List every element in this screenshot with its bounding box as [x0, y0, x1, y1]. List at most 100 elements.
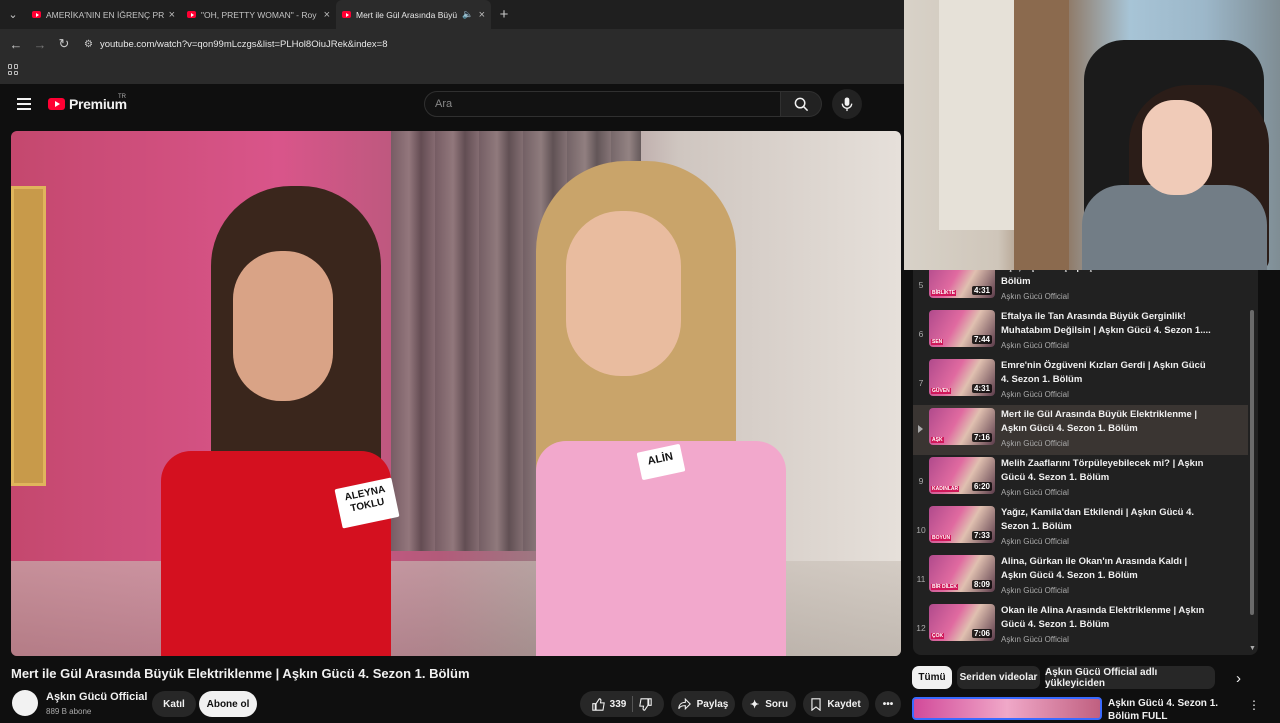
save-button[interactable]: Kaydet	[803, 691, 869, 717]
playlist-item-title: Okan ile Alina Arasında Elektriklenme | …	[1001, 605, 1205, 630]
share-arrow-icon	[677, 698, 691, 710]
playlist-item-channel: Aşkın Gücü Official	[1001, 635, 1069, 644]
thumbnail-caption: BİR DİLEK	[931, 584, 958, 590]
playlist-item[interactable]: 11 BİR DİLEK 8:09 Alina, Gürkan ile Okan'…	[913, 555, 1248, 604]
playlist-item[interactable]: 6 SEN 7:44 Eftalya ile Tan Arasında Büyük…	[913, 310, 1248, 359]
youtube-premium-logo[interactable]: Premium	[48, 96, 127, 112]
video-duration: 7:16	[971, 433, 992, 442]
subscribe-button[interactable]: Abone ol	[199, 691, 257, 717]
region-code: TR	[118, 94, 126, 100]
playlist-thumbnail: BOYUN 7:33	[929, 506, 995, 543]
tab-title: Mert ile Gül Arasında Büyü…	[356, 9, 458, 20]
playlist-scrollbar-thumb[interactable]	[1250, 310, 1254, 615]
playlist-index: 11	[916, 574, 926, 584]
recommended-video-title[interactable]: Aşkın Gücü 4. Sezon 1. Bölüm FULL	[1108, 697, 1238, 723]
video-duration: 4:31	[971, 286, 992, 295]
browser-tab-3-active[interactable]: Mert ile Gül Arasında Büyü… 🔈 ×	[336, 0, 491, 29]
playlist-item-title: Eftalya ile Tan Arasında Büyük Gerginlik…	[1001, 311, 1211, 336]
chevron-right-icon[interactable]: ›	[1236, 670, 1241, 687]
playlist-item-channel: Aşkın Gücü Official	[1001, 439, 1069, 448]
playlist-item-channel: Aşkın Gücü Official	[1001, 390, 1069, 399]
playlist-thumbnail: ÇOK 7:06	[929, 604, 995, 641]
search-input[interactable]	[425, 92, 780, 116]
like-dislike-group: 339	[580, 691, 664, 717]
share-button[interactable]: Paylaş	[671, 691, 735, 717]
playlist-item-title: Melih Zaaflarını Törpüleyebilecek mi? | …	[1001, 458, 1204, 483]
ask-button[interactable]: ✦ Soru	[742, 691, 796, 717]
menu-hamburger-icon[interactable]	[17, 98, 31, 113]
playlist-item[interactable]: 7 GÜVEN 4:31 Emre'nin Özgüveni Kızları Ge…	[913, 359, 1248, 408]
thumbnail-caption: ÇOK	[931, 633, 945, 639]
webcam-overlay	[904, 0, 1280, 270]
playlist-thumbnail: BİR DİLEK 8:09	[929, 555, 995, 592]
youtube-play-logo-icon	[48, 98, 65, 110]
more-vertical-icon[interactable]: ⋮	[1248, 698, 1260, 712]
back-arrow-icon[interactable]: ←	[4, 37, 28, 52]
playlist-panel: 5 BİRLİKTE 4:31 Aşk, Aşk ve Aşk | Aşkın G…	[913, 270, 1258, 655]
playlist-item[interactable]: 12 ÇOK 7:06 Okan ile Alina Arasında Elekt…	[913, 604, 1248, 653]
join-label: Katıl	[163, 698, 185, 710]
new-tab-plus-icon[interactable]: +	[491, 6, 517, 23]
video-duration: 7:33	[971, 531, 992, 540]
thumbnail-caption: BOYUN	[931, 535, 952, 541]
browser-tab-bar: ⌄ AMERİKA'NIN EN İĞRENÇ PRO… × "OH, PRET…	[0, 0, 905, 29]
webcam-person-shirt	[1082, 185, 1267, 270]
chip-label: Seriden videolar	[959, 672, 1038, 683]
playlist-item-current[interactable]: AŞK 7:16 Mert ile Gül Arasında Büyük Elek…	[913, 405, 1248, 455]
forward-arrow-icon[interactable]: →	[28, 37, 52, 52]
close-tab-icon[interactable]: ×	[324, 9, 330, 21]
playlist-index: 7	[918, 378, 924, 388]
close-tab-icon[interactable]: ×	[169, 9, 175, 21]
subscribe-label: Abone ol	[206, 698, 250, 710]
playlist-item-title: Alina, Gürkan ile Okan'ın Arasında Kaldı…	[1001, 556, 1188, 581]
search-button[interactable]	[781, 91, 822, 117]
site-info-icon[interactable]: ⚙	[84, 39, 93, 50]
channel-name[interactable]: Aşkın Gücü Official	[46, 691, 147, 703]
playlist-index: 10	[916, 525, 926, 535]
chip-series-videos[interactable]: Seriden videolar	[957, 666, 1040, 689]
reload-icon[interactable]: ↻	[52, 36, 76, 52]
recommended-video-thumbnail[interactable]	[912, 697, 1102, 720]
url-omnibox[interactable]: ⚙ youtube.com/watch?v=qon99mLczgs&list=P…	[84, 32, 905, 56]
browser-tab-1[interactable]: AMERİKA'NIN EN İĞRENÇ PRO… ×	[26, 0, 181, 29]
playlist-item-channel: Aşkın Gücü Official	[1001, 292, 1069, 301]
tab-title: AMERİKA'NIN EN İĞRENÇ PRO…	[46, 9, 164, 20]
playlist-item-title: Yağız, Kamila'dan Etkilendi | Aşkın Gücü…	[1001, 507, 1195, 532]
share-label: Paylaş	[696, 698, 729, 710]
thumbs-up-icon	[591, 697, 605, 711]
person-left-face	[233, 251, 333, 401]
video-player[interactable]: ALEYNA TOKLU ALİN	[11, 131, 901, 656]
playlist-item[interactable]: 9 KADINLAR 6:20 Melih Zaaflarını Törpüley…	[913, 457, 1248, 506]
playlist-item[interactable]: 10 BOYUN 7:33 Yağız, Kamila'dan Etkilendi…	[913, 506, 1248, 555]
chip-from-uploader[interactable]: Aşkın Gücü Official adlı yükleyiciden	[1045, 666, 1215, 689]
voice-search-button[interactable]	[832, 89, 862, 119]
search-box	[424, 91, 781, 117]
thumbs-down-icon[interactable]	[639, 697, 653, 711]
save-label: Kaydet	[827, 698, 861, 710]
address-bar-row: ← → ↻ ⚙ youtube.com/watch?v=qon99mLczgs&…	[0, 29, 905, 59]
channel-avatar[interactable]	[12, 690, 38, 716]
video-title: Mert ile Gül Arasında Büyük Elektriklenm…	[11, 666, 470, 681]
microphone-icon	[841, 96, 853, 111]
like-divider	[632, 696, 634, 712]
close-tab-icon[interactable]: ×	[479, 9, 485, 21]
more-actions-button[interactable]: •••	[875, 691, 901, 717]
speaker-icon[interactable]: 🔈	[462, 9, 473, 20]
join-button[interactable]: Katıl	[152, 691, 196, 717]
webcam-wardrobe	[1014, 0, 1069, 270]
playlist-item[interactable]: 5 BİRLİKTE 4:31 Aşk, Aşk ve Aşk | Aşkın G…	[913, 270, 1248, 310]
playlist-thumbnail: KADINLAR 6:20	[929, 457, 995, 494]
playlist-item-title: Emre'nin Özgüveni Kızları Gerdi | Aşkın …	[1001, 360, 1206, 385]
webcam-person-face	[1142, 100, 1212, 195]
playlist-index: 6	[918, 329, 924, 339]
apps-grid-icon[interactable]	[8, 64, 19, 75]
tab-search-chevron-icon[interactable]: ⌄	[0, 0, 26, 29]
playlist-item-title: Mert ile Gül Arasında Büyük Elektriklenm…	[1001, 409, 1198, 434]
browser-tab-2[interactable]: "OH, PRETTY WOMAN" - Roy O… ×	[181, 0, 336, 29]
scroll-down-arrow-icon[interactable]: ▼	[1249, 645, 1256, 652]
youtube-favicon-icon	[32, 11, 41, 18]
youtube-favicon-icon	[342, 11, 351, 18]
like-button[interactable]: 339	[591, 697, 626, 711]
wall-frame	[11, 186, 46, 486]
chip-all[interactable]: Tümü	[912, 666, 952, 689]
